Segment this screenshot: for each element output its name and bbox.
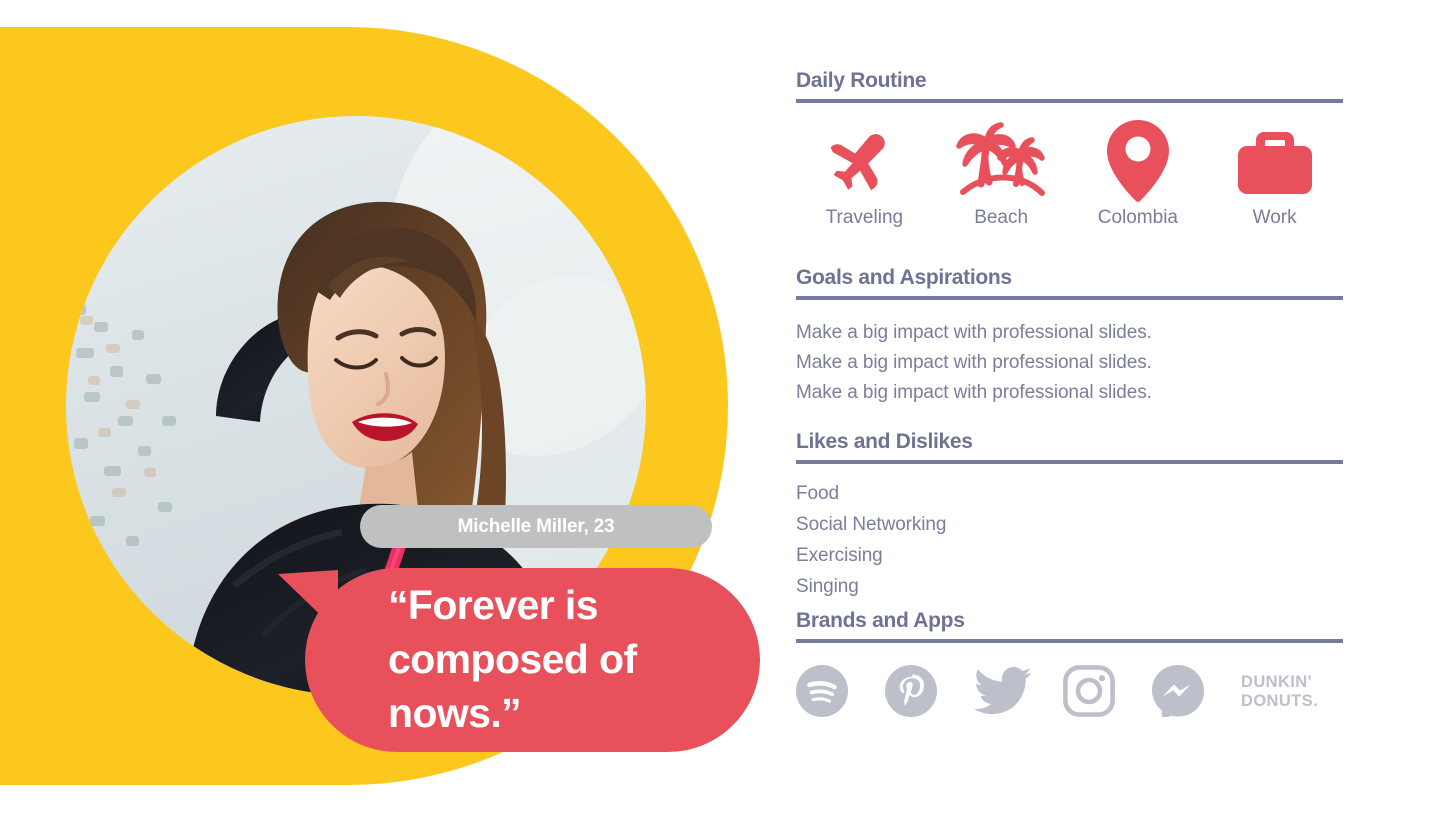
daily-routine-icon-row: Traveling Beach Colombia Work bbox=[796, 120, 1343, 229]
section-likes-dislikes: Likes and Dislikes Food Social Networkin… bbox=[796, 429, 1343, 602]
spotify-icon bbox=[796, 665, 848, 717]
brand-instagram[interactable] bbox=[1063, 665, 1152, 717]
messenger-icon bbox=[1152, 665, 1204, 717]
brands-icon-row: DUNKIN' DONUTS. bbox=[796, 665, 1343, 717]
likes-heading: Likes and Dislikes bbox=[796, 430, 973, 453]
name-badge: Michelle Miller, 23 bbox=[360, 505, 712, 548]
brand-spotify[interactable] bbox=[796, 665, 885, 717]
brands-divider bbox=[796, 639, 1343, 643]
daily-routine-divider bbox=[796, 99, 1343, 103]
goals-divider bbox=[796, 296, 1343, 300]
goals-line: Make a big impact with professional slid… bbox=[796, 382, 1152, 403]
routine-label-work: Work bbox=[1252, 207, 1297, 228]
likes-divider bbox=[796, 460, 1343, 464]
quote-text: “Forever is composed of nows.” bbox=[388, 582, 637, 736]
goals-heading: Goals and Aspirations bbox=[796, 266, 1012, 289]
goals-line: Make a big impact with professional slid… bbox=[796, 322, 1152, 343]
brand-twitter[interactable] bbox=[974, 667, 1063, 715]
likes-list: Food Social Networking Exercising Singin… bbox=[796, 478, 1343, 602]
persona-slide: “Forever is composed of nows.” Michelle … bbox=[0, 0, 1445, 813]
brand-pinterest[interactable] bbox=[885, 665, 974, 717]
routine-item-traveling[interactable]: Traveling bbox=[796, 125, 933, 229]
section-goals: Goals and Aspirations Make a big impact … bbox=[796, 265, 1343, 408]
routine-label-colombia: Colombia bbox=[1097, 207, 1178, 228]
routine-item-work[interactable]: Work bbox=[1206, 125, 1343, 229]
goals-list: Make a big impact with professional slid… bbox=[796, 318, 1343, 408]
svg-text:DUNKIN': DUNKIN' bbox=[1241, 673, 1312, 691]
routine-label-beach: Beach bbox=[974, 207, 1029, 228]
section-daily-routine: Daily Routine Traveling Beach Colombia W… bbox=[796, 68, 1343, 229]
persona-visual-panel: “Forever is composed of nows.” Michelle … bbox=[0, 0, 790, 813]
likes-item: Exercising bbox=[796, 545, 883, 566]
routine-item-beach[interactable]: Beach bbox=[933, 122, 1070, 229]
name-badge-label: Michelle Miller, 23 bbox=[457, 515, 615, 537]
brand-dunkin-donuts[interactable]: DUNKIN' DONUTS. bbox=[1241, 670, 1343, 712]
routine-label-traveling: Traveling bbox=[825, 207, 904, 228]
brand-messenger[interactable] bbox=[1152, 665, 1241, 717]
section-brands-apps: Brands and Apps DUNKIN' DONUTS. bbox=[796, 608, 1343, 717]
instagram-icon bbox=[1063, 665, 1115, 717]
goals-line: Make a big impact with professional slid… bbox=[796, 352, 1152, 373]
palm-trees-icon bbox=[953, 122, 1049, 197]
briefcase-icon bbox=[1236, 125, 1314, 197]
brands-heading: Brands and Apps bbox=[796, 609, 965, 632]
persona-details-panel: Daily Routine Traveling Beach Colombia W… bbox=[796, 0, 1345, 813]
likes-item: Social Networking bbox=[796, 514, 947, 535]
location-pin-icon bbox=[1106, 120, 1169, 202]
svg-text:DONUTS.: DONUTS. bbox=[1241, 692, 1318, 710]
likes-item: Food bbox=[796, 483, 839, 504]
routine-item-colombia[interactable]: Colombia bbox=[1070, 120, 1207, 229]
pinterest-icon bbox=[885, 665, 937, 717]
daily-routine-heading: Daily Routine bbox=[796, 69, 927, 92]
airplane-icon bbox=[827, 125, 901, 197]
dunkin-donuts-wordmark: DUNKIN' DONUTS. bbox=[1241, 670, 1341, 712]
twitter-icon bbox=[974, 667, 1032, 715]
likes-item: Singing bbox=[796, 576, 859, 597]
